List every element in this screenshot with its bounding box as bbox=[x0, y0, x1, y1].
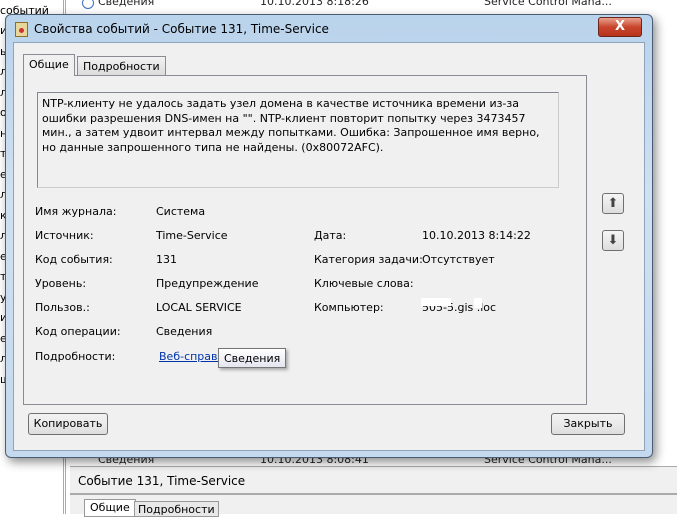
copy-button[interactable]: Копировать bbox=[28, 413, 108, 435]
event-row[interactable]: Сведения 10.10.2013 8:18:26 Service Cont… bbox=[70, 0, 677, 14]
field-value: Предупреждение bbox=[156, 277, 259, 290]
preview-title: Событие 131, Time-Service bbox=[78, 474, 246, 488]
field-label: Ключевые слова: bbox=[314, 277, 414, 290]
tab-general[interactable]: Общие bbox=[23, 54, 75, 76]
field-label: Дата: bbox=[314, 229, 347, 242]
field-label: Уровень: bbox=[35, 277, 87, 290]
field-label: Имя журнала: bbox=[35, 205, 117, 218]
field-value: Система bbox=[156, 205, 206, 218]
field-label: Пользов.: bbox=[35, 301, 90, 314]
event-source: Service Control Mana... bbox=[484, 0, 612, 8]
event-viewer-icon bbox=[15, 22, 28, 37]
event-date: 10.10.2013 8:18:26 bbox=[260, 0, 369, 8]
tooltip: Сведения bbox=[218, 348, 287, 368]
field-value: Отсутствует bbox=[422, 253, 495, 266]
arrow-down-icon: ⬇ bbox=[607, 233, 619, 248]
event-properties-dialog: Свойства событий - Событие 131, Time-Ser… bbox=[5, 14, 653, 458]
close-window-button[interactable]: X bbox=[598, 17, 642, 37]
field-label: Категория задачи: bbox=[314, 253, 423, 266]
field-label: Источник: bbox=[35, 229, 94, 242]
next-event-button[interactable]: ⬇ bbox=[602, 230, 624, 251]
general-panel: NTP-клиенту не удалось задать узел домен… bbox=[23, 75, 587, 405]
tab-details[interactable]: Подробности bbox=[77, 56, 166, 75]
field-value: Сведения bbox=[156, 325, 213, 338]
field-value: 131 bbox=[156, 253, 177, 266]
field-label: Компьютер: bbox=[314, 301, 384, 314]
field-value: 10.10.2013 8:14:22 bbox=[422, 229, 531, 242]
event-level: Сведения bbox=[98, 0, 155, 8]
preview-pane: Событие 131, Time-Service Общие Подробно… bbox=[70, 466, 677, 517]
preview-tab-details[interactable]: Подробности bbox=[134, 501, 219, 517]
preview-tab-general[interactable]: Общие bbox=[84, 499, 136, 517]
field-value: LOCAL SERVICE bbox=[156, 301, 242, 314]
dialog-title: Свойства событий - Событие 131, Time-Ser… bbox=[34, 22, 329, 36]
field-label: Код операции: bbox=[35, 325, 121, 338]
dialog-client: Общие Подробности NTP-клиенту не удалось… bbox=[13, 42, 645, 451]
field-label: Код события: bbox=[35, 253, 113, 266]
field-value: Time-Service bbox=[156, 229, 228, 242]
redaction bbox=[474, 298, 482, 308]
close-button[interactable]: Закрыть bbox=[551, 413, 625, 435]
arrow-up-icon: ⬆ bbox=[607, 196, 619, 211]
previous-event-button[interactable]: ⬆ bbox=[602, 193, 624, 214]
redaction bbox=[421, 298, 451, 306]
event-message[interactable]: NTP-клиенту не удалось задать узел домен… bbox=[37, 92, 559, 188]
field-label: Подробности: bbox=[35, 350, 116, 363]
